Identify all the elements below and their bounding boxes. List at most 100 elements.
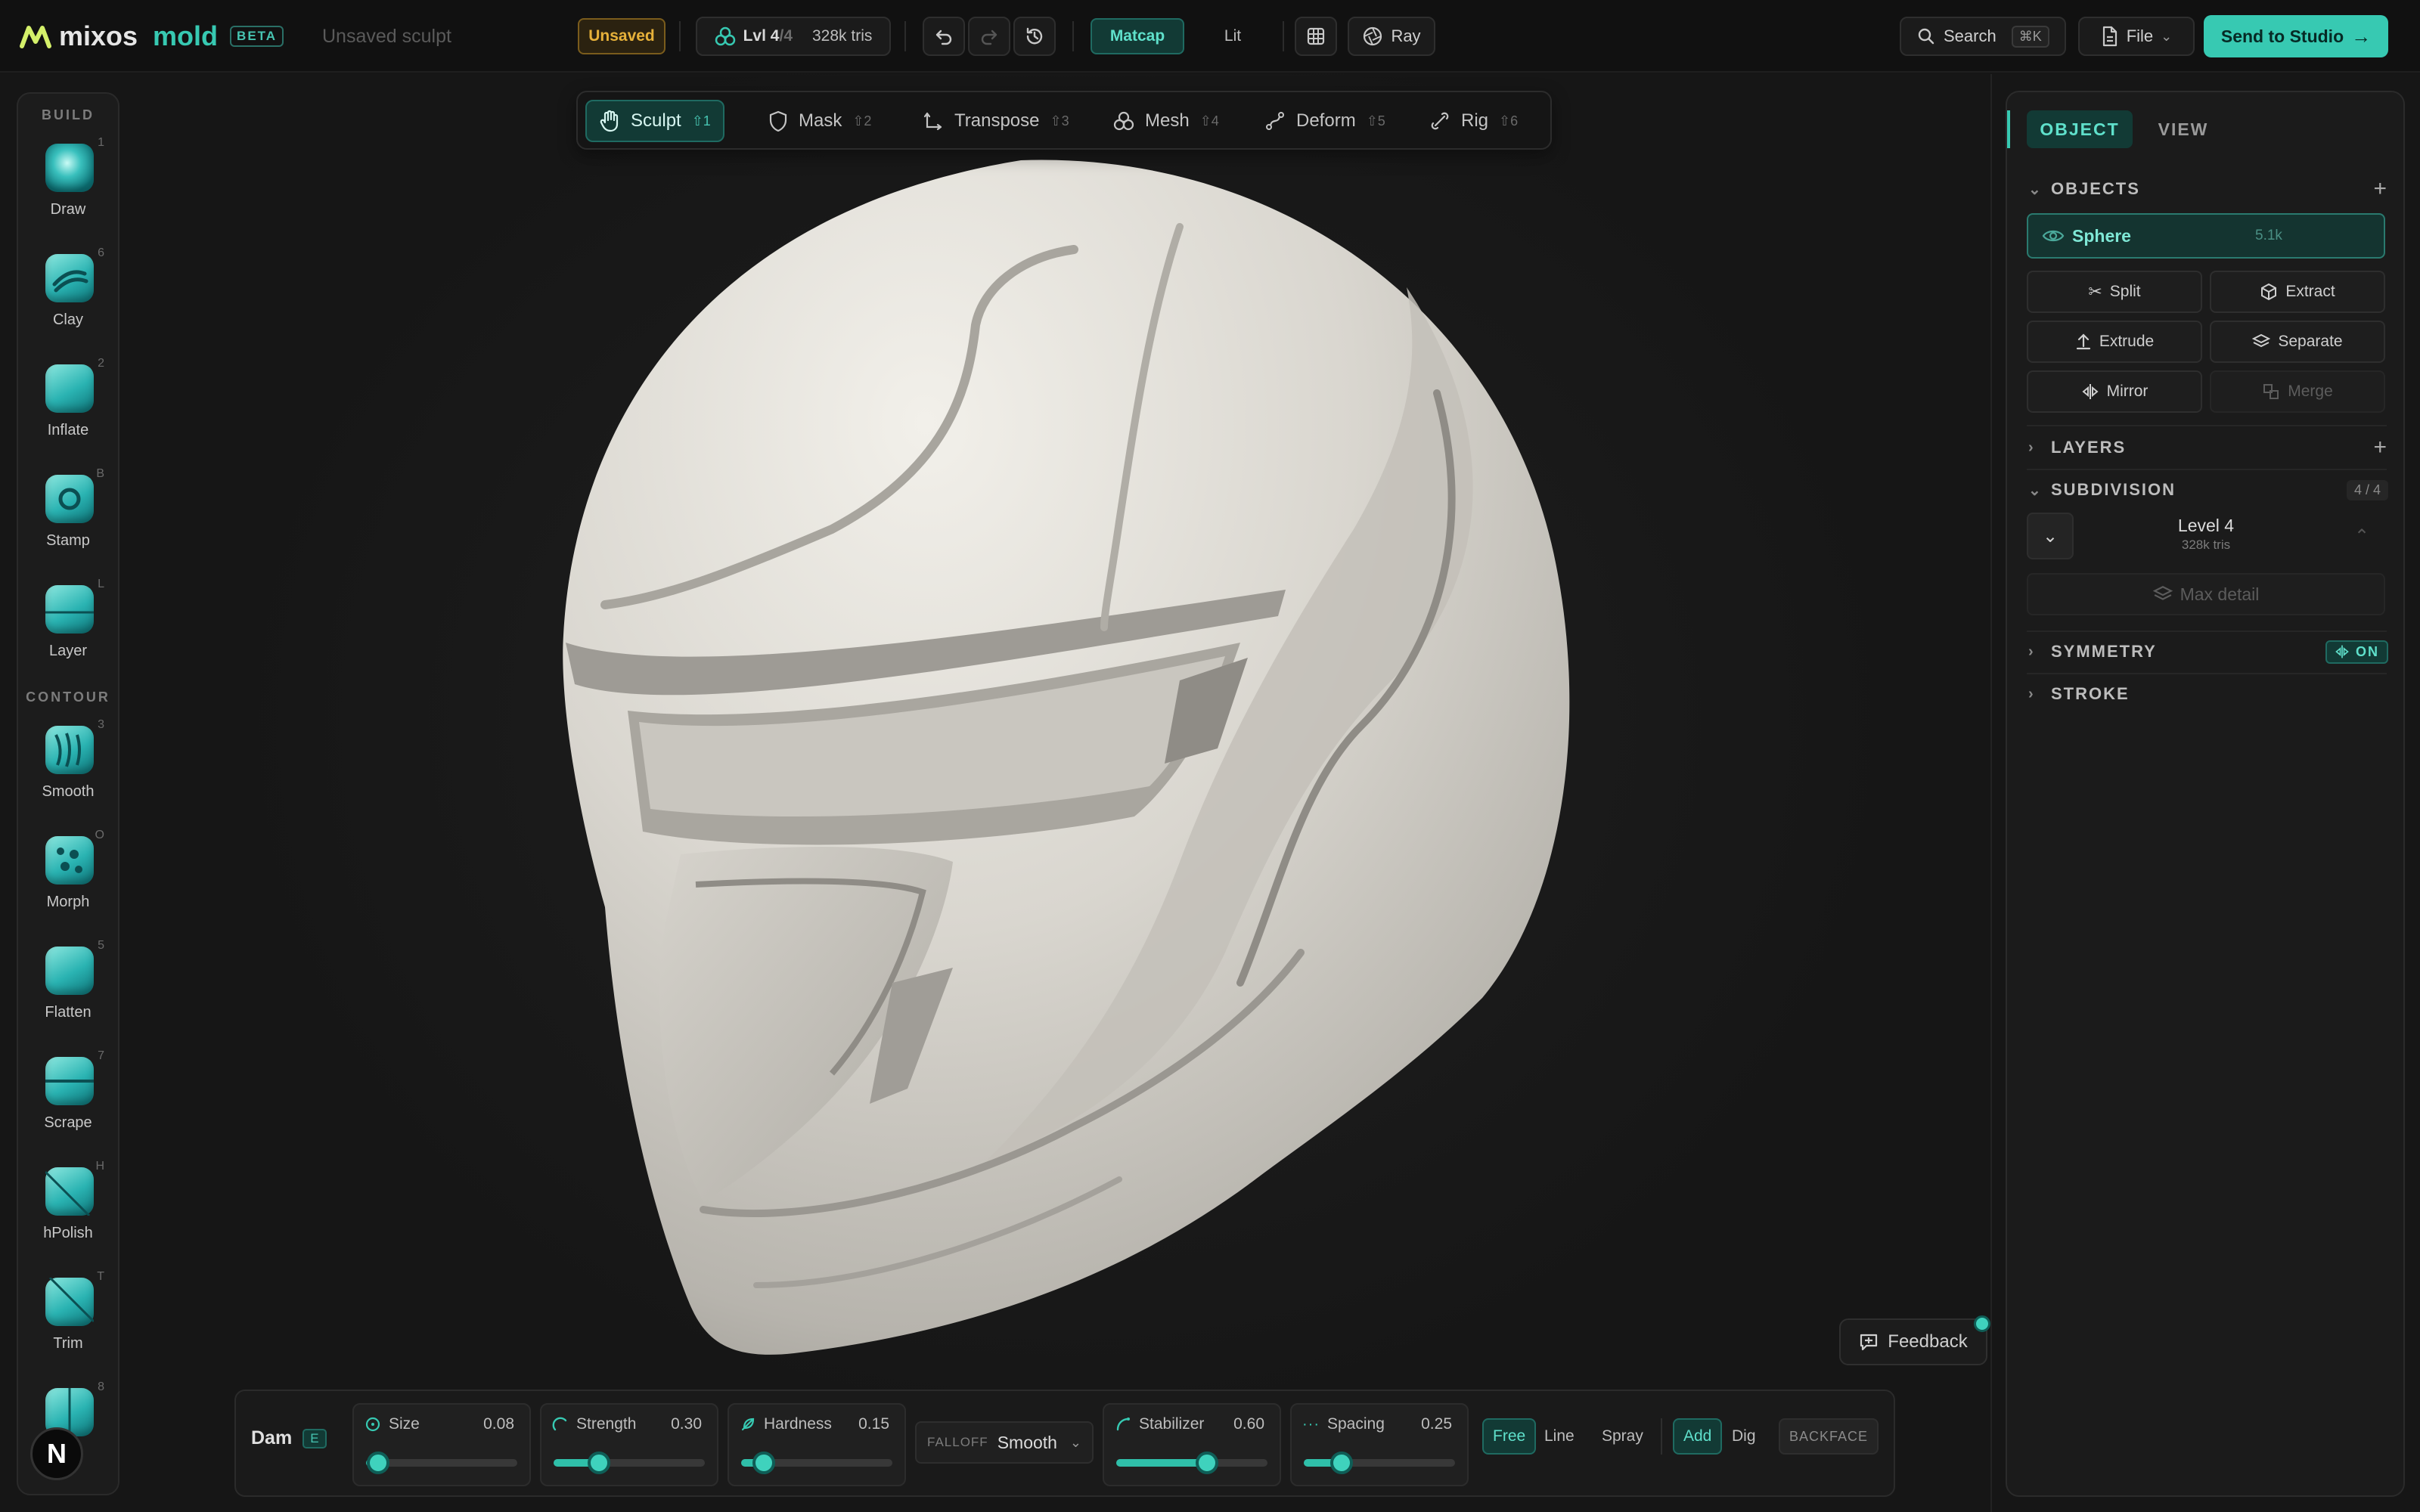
brand-logo[interactable]: mixos mold BETA xyxy=(20,18,284,54)
subdivision-up-button[interactable]: ⌃ xyxy=(2338,513,2385,559)
slider-thumb[interactable] xyxy=(1196,1452,1218,1474)
layers-section-header[interactable]: › LAYERS + xyxy=(2028,431,2388,464)
mode-deform[interactable]: Deform ⇧5 xyxy=(1252,100,1398,142)
file-icon xyxy=(2102,26,2117,47)
matcap-toggle[interactable]: Matcap xyxy=(1091,18,1184,54)
stroke-mode-free[interactable]: Free xyxy=(1482,1418,1537,1455)
tool-draw[interactable]: 1 Draw xyxy=(18,135,118,240)
subdivision-down-button[interactable]: ⌄ xyxy=(2027,513,2074,559)
tool-smooth[interactable]: 3 Smooth xyxy=(18,717,118,823)
level-total: /4 xyxy=(779,27,793,45)
helmet-sculpt[interactable] xyxy=(141,74,1990,1512)
tool-clay[interactable]: 6 Clay xyxy=(18,245,118,351)
search-button[interactable]: Search ⌘K xyxy=(1900,17,2066,56)
redo-button[interactable] xyxy=(968,17,1010,56)
3d-viewport[interactable] xyxy=(141,74,1990,1512)
mirror-button[interactable]: Mirror xyxy=(2027,370,2202,413)
feedback-button[interactable]: Feedback xyxy=(1839,1318,1987,1365)
layers-icon xyxy=(2152,586,2173,600)
symmetry-toggle[interactable]: ON xyxy=(2325,640,2388,664)
extract-button[interactable]: Extract xyxy=(2210,271,2385,313)
brush-name[interactable]: Dam E xyxy=(251,1427,327,1449)
chevron-down-icon: ⌄ xyxy=(1069,1434,1081,1450)
falloff-dropdown[interactable]: FALLOFF Smooth ⌄ xyxy=(915,1421,1094,1464)
merge-button[interactable]: Merge xyxy=(2210,370,2385,413)
bone-icon xyxy=(1431,112,1449,130)
flatten-brush-icon xyxy=(45,947,94,995)
mirror-icon xyxy=(2335,645,2349,658)
n-logo-icon[interactable]: N xyxy=(30,1427,83,1480)
slider-thumb[interactable] xyxy=(588,1452,610,1474)
grid-toggle-button[interactable] xyxy=(1295,17,1337,56)
tool-inflate[interactable]: 2 Inflate xyxy=(18,355,118,461)
tool-layer[interactable]: L Layer xyxy=(18,576,118,682)
tool-trim[interactable]: T Trim xyxy=(18,1269,118,1374)
level-indicator[interactable]: Lvl 4/4 328k tris xyxy=(696,17,891,56)
slider-thumb[interactable] xyxy=(752,1452,775,1474)
max-detail-button[interactable]: Max detail xyxy=(2027,573,2385,615)
objects-section-header[interactable]: ⌄ OBJECTS + xyxy=(2028,172,2388,206)
stamp-brush-icon xyxy=(45,475,94,523)
slider-track xyxy=(741,1452,892,1474)
direction-dig[interactable]: Dig xyxy=(1723,1418,1765,1455)
eye-icon[interactable] xyxy=(2042,227,2065,245)
size-slider[interactable]: Size 0.08 xyxy=(352,1403,531,1486)
mode-mask[interactable]: Mask ⇧2 xyxy=(756,100,883,142)
section-build: BUILD xyxy=(42,107,95,122)
tab-object[interactable]: OBJECT xyxy=(2027,110,2133,148)
top-bar: mixos mold BETA Unsaved sculpt Unsaved L… xyxy=(0,0,2420,73)
subdivision-count: 4 / 4 xyxy=(2346,479,2388,500)
symmetry-section-header[interactable]: › SYMMETRY ON xyxy=(2028,635,2388,668)
strength-slider[interactable]: Strength 0.30 xyxy=(540,1403,718,1486)
file-menu-button[interactable]: File ⌄ xyxy=(2078,17,2195,56)
feather-icon xyxy=(741,1418,755,1431)
stabilizer-slider[interactable]: Stabilizer 0.60 xyxy=(1103,1403,1281,1486)
history-button[interactable] xyxy=(1013,17,1056,56)
cube-icon xyxy=(2261,283,2277,301)
stroke-mode-spray[interactable]: Spray xyxy=(1593,1418,1652,1455)
document-title[interactable]: Unsaved sculpt xyxy=(322,21,451,51)
backface-toggle[interactable]: BACKFACE xyxy=(1779,1418,1879,1455)
stroke-section-header[interactable]: › STROKE xyxy=(2028,677,2388,711)
spacing-slider[interactable]: ··· Spacing 0.25 xyxy=(1290,1403,1469,1486)
falloff-value: Smooth xyxy=(997,1432,1057,1452)
level-current: 4 xyxy=(770,27,780,45)
split-button[interactable]: ✂ Split xyxy=(2027,271,2202,313)
mode-bar: Sculpt ⇧1 Mask ⇧2 Transpose ⇧3 Mesh ⇧4 D… xyxy=(576,91,1552,150)
mode-sculpt[interactable]: Sculpt ⇧1 xyxy=(585,100,724,142)
tab-view[interactable]: VIEW xyxy=(2142,110,2225,148)
mesh-icon xyxy=(1113,111,1134,131)
object-row-sphere[interactable]: Sphere 5.1k xyxy=(2027,213,2385,259)
add-layer-icon[interactable]: + xyxy=(2373,435,2388,460)
strength-icon xyxy=(552,1417,567,1431)
properties-panel: OBJECT VIEW ⌄ OBJECTS + Sphere 5.1k ✂ Spl… xyxy=(2006,91,2405,1497)
send-to-studio-button[interactable]: Send to Studio → xyxy=(2204,15,2388,57)
mode-transpose[interactable]: Transpose ⇧3 xyxy=(911,100,1081,142)
direction-add[interactable]: Add xyxy=(1673,1418,1723,1455)
ray-render-button[interactable]: Ray xyxy=(1348,17,1435,56)
lit-toggle[interactable]: Lit xyxy=(1195,18,1270,54)
tool-stamp[interactable]: B Stamp xyxy=(18,466,118,572)
chevron-down-icon: ⌄ xyxy=(2028,181,2043,198)
separate-button[interactable]: Separate xyxy=(2210,321,2385,363)
object-poly-count: 5.1k xyxy=(2255,228,2282,243)
undo-button[interactable] xyxy=(923,17,965,56)
mode-rig[interactable]: Rig ⇧6 xyxy=(1417,100,1530,142)
stroke-mode-line[interactable]: Line xyxy=(1535,1418,1584,1455)
tool-morph[interactable]: O Morph xyxy=(18,827,118,933)
mode-mesh[interactable]: Mesh ⇧4 xyxy=(1101,100,1231,142)
clay-brush-icon xyxy=(45,254,94,302)
tool-hpolish[interactable]: H hPolish xyxy=(18,1158,118,1264)
subdivision-section-header[interactable]: ⌄ SUBDIVISION 4 / 4 xyxy=(2028,473,2388,507)
hardness-slider[interactable]: Hardness 0.15 xyxy=(728,1403,906,1486)
extrude-button[interactable]: Extrude xyxy=(2027,321,2202,363)
add-object-icon[interactable]: + xyxy=(2373,176,2388,202)
viewport-divider xyxy=(1990,74,1992,1512)
mirror-icon xyxy=(2082,384,2099,399)
slider-track xyxy=(554,1452,705,1474)
tool-flatten[interactable]: 5 Flatten xyxy=(18,937,118,1043)
slider-thumb[interactable] xyxy=(367,1452,389,1474)
stabilizer-icon xyxy=(1116,1418,1130,1431)
slider-thumb[interactable] xyxy=(1330,1452,1353,1474)
tool-scrape[interactable]: 7 Scrape xyxy=(18,1048,118,1154)
